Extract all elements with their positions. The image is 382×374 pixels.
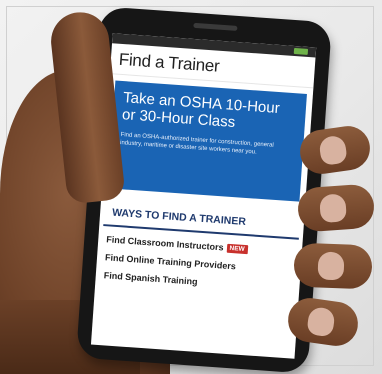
fingernail <box>317 251 345 281</box>
fingernail <box>306 306 336 338</box>
hero-text: Find an OSHA-authorized trainer for cons… <box>119 132 274 156</box>
finger-3 <box>293 242 373 290</box>
battery-icon <box>293 47 309 55</box>
hero-heading: Take an OSHA 10-Hour or 30-Hour Class <box>121 89 281 131</box>
fingernail <box>318 134 348 166</box>
photo: Find a Trainer Take an OSHA 10-Hour or 3… <box>0 0 382 374</box>
fingernail <box>319 193 347 224</box>
finger-2 <box>296 183 376 233</box>
new-badge: NEW <box>226 243 248 255</box>
hero-banner[interactable]: Take an OSHA 10-Hour or 30-Hour Class Fi… <box>107 80 307 202</box>
phone-speaker <box>193 22 238 31</box>
phone-screen: Find a Trainer Take an OSHA 10-Hour or 3… <box>90 33 317 359</box>
link-label: Find Spanish Training <box>103 270 198 287</box>
